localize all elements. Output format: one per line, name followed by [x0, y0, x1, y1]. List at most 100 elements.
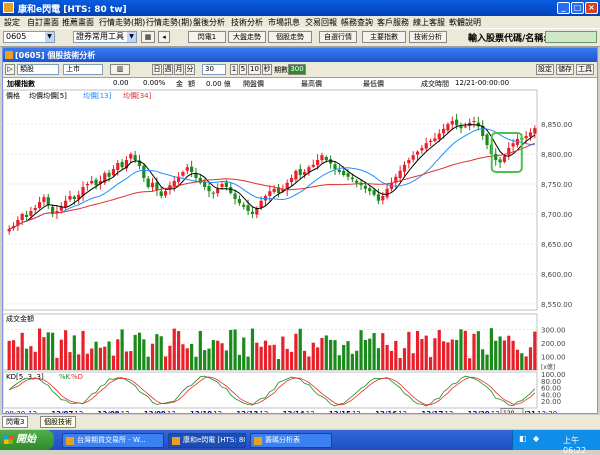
- save-button[interactable]: 儲存: [556, 64, 574, 75]
- settings-button[interactable]: 設定: [536, 64, 554, 75]
- maximize-button[interactable]: □: [571, 2, 584, 14]
- candle-body: [324, 156, 328, 160]
- candle-body: [459, 126, 463, 129]
- category-combo[interactable]: 類股: [17, 64, 59, 75]
- interval-day[interactable]: 日: [152, 64, 162, 75]
- code-combo[interactable]: 0605 ▼: [3, 31, 55, 43]
- interval-month[interactable]: 月: [174, 64, 184, 75]
- task-futures-exchange[interactable]: 台灣期貨交易所 - W...: [62, 433, 164, 448]
- menu-item-custom-screen[interactable]: 自訂畫面: [27, 17, 59, 28]
- minute-5[interactable]: 5: [239, 64, 247, 75]
- menu-item-after-hours[interactable]: 盤後分析: [193, 17, 225, 28]
- task-hts[interactable]: 康和e閃電 [HTS: 80 ...: [168, 433, 246, 448]
- volume-bar: [272, 344, 276, 370]
- menu-item-market-news[interactable]: 市場訊息: [268, 17, 300, 28]
- tab-flash3[interactable]: 閃電3: [2, 416, 29, 428]
- minutes-combo[interactable]: 30: [202, 64, 226, 75]
- x-tick-label: 12: [167, 410, 176, 413]
- candle-body: [46, 197, 50, 205]
- interval-second[interactable]: 秒: [262, 64, 272, 75]
- volume-bar: [481, 349, 485, 370]
- candle-body: [272, 188, 276, 192]
- market-combo[interactable]: 上市: [63, 64, 103, 75]
- technical-chart[interactable]: 8,550.00 8,600.00 8,650.00 8,700.00 8,750.00…: [3, 88, 597, 413]
- toolbar-button-main-index[interactable]: 主要指數: [362, 31, 406, 43]
- x-tick-label: 12/15: [329, 410, 351, 413]
- candle-body: [146, 178, 150, 187]
- menu-item-trade-report[interactable]: 交易回報: [305, 17, 337, 28]
- volume-bar: [133, 334, 137, 370]
- candle-body: [368, 188, 372, 192]
- chart-type-icon[interactable]: ▥: [110, 64, 130, 75]
- minute-1[interactable]: 1: [230, 64, 238, 75]
- candle-body: [428, 140, 433, 142]
- close-button[interactable]: ×: [585, 2, 598, 14]
- menu-item-quotes-2[interactable]: 行情走勢(期): [146, 17, 192, 28]
- candle-body: [420, 148, 424, 151]
- menu-item-help[interactable]: 軟體說明: [449, 17, 481, 28]
- minute-10[interactable]: 10: [248, 64, 261, 75]
- volume-bar: [107, 341, 111, 370]
- interval-minute[interactable]: 分: [185, 64, 195, 75]
- candle-body: [433, 138, 437, 141]
- candle-body: [90, 181, 94, 184]
- price-tick-label: 8,750.00: [541, 181, 572, 189]
- volume-bar: [511, 340, 515, 370]
- task-label: 籌碼分析表: [265, 436, 300, 444]
- candle-body: [24, 214, 29, 217]
- subwindow-title: [0605] 個股技術分析: [15, 51, 96, 60]
- period-input[interactable]: 300: [288, 64, 306, 75]
- volume-bar: [428, 357, 433, 370]
- candle-body: [72, 196, 76, 199]
- volume-bar: [459, 329, 463, 370]
- volume-bar: [124, 351, 129, 370]
- menu-item-online-support[interactable]: 線上客服: [413, 17, 445, 28]
- candle-body: [116, 163, 120, 170]
- tool-combo[interactable]: 證券常用工具 ▼: [73, 31, 137, 43]
- menu-item-quotes-1[interactable]: 行情走勢(期): [99, 17, 145, 28]
- menu-item-customer-service[interactable]: 客戶服務: [377, 17, 409, 28]
- candle-body: [129, 154, 133, 159]
- volume-bar: [233, 329, 237, 370]
- volume-bar: [520, 353, 524, 370]
- volume-bar: [198, 330, 202, 370]
- toolbar-button-watchlist[interactable]: 自選行情: [319, 31, 357, 43]
- volume-bar: [350, 353, 354, 370]
- play-icon[interactable]: ▷: [5, 64, 15, 75]
- tab-technical[interactable]: 個股技術: [40, 416, 76, 428]
- start-button[interactable]: 開始: [0, 430, 54, 450]
- task-chip-analysis[interactable]: 籌碼分析表: [250, 433, 332, 448]
- minimize-button[interactable]: _: [557, 2, 570, 14]
- spreadsheet-icon: [254, 437, 262, 445]
- candle-body: [363, 185, 368, 189]
- volume-bar: [55, 357, 59, 370]
- menu-item-recommended[interactable]: 推薦畫面: [62, 17, 94, 28]
- price-tick-label: 8,850.00: [541, 121, 572, 129]
- volume-bar: [498, 336, 502, 370]
- volume-bar: [441, 341, 446, 370]
- legend-ma: 均價[34]: [123, 91, 152, 100]
- x-tick-label: 12: [398, 410, 407, 413]
- toolbar-button-stock[interactable]: 個股走勢: [268, 31, 312, 43]
- menu-item-technical[interactable]: 技術分析: [231, 17, 263, 28]
- menu-item-settings[interactable]: 設定: [4, 17, 20, 28]
- interval-week[interactable]: 週: [163, 64, 173, 75]
- window-titlebar: 康和e閃電 [HTS: 80 tw] _ □ ×: [0, 0, 600, 16]
- toolbar-button-flash1[interactable]: 閃電1: [188, 31, 226, 43]
- tools-button[interactable]: 工具: [576, 64, 594, 75]
- volume-bar: [168, 345, 172, 370]
- chart-tool-icon[interactable]: ▦: [141, 31, 155, 43]
- volume-bar: [142, 339, 146, 370]
- search-input[interactable]: [545, 31, 597, 43]
- volume-bar: [446, 342, 450, 370]
- menu-item-accounts[interactable]: 帳務查詢: [341, 17, 373, 28]
- candle-body: [237, 199, 242, 204]
- candle-body: [190, 166, 194, 172]
- volume-bar: [194, 356, 198, 370]
- arrow-icon[interactable]: ◂: [158, 31, 170, 43]
- toolbar-button-index[interactable]: 大盤走勢: [228, 31, 266, 43]
- x-tick-label: 12: [491, 410, 500, 413]
- kd-tick-label: 100.00: [541, 371, 566, 379]
- toolbar-button-technical[interactable]: 技術分析: [409, 31, 447, 43]
- volume-bar: [515, 349, 520, 370]
